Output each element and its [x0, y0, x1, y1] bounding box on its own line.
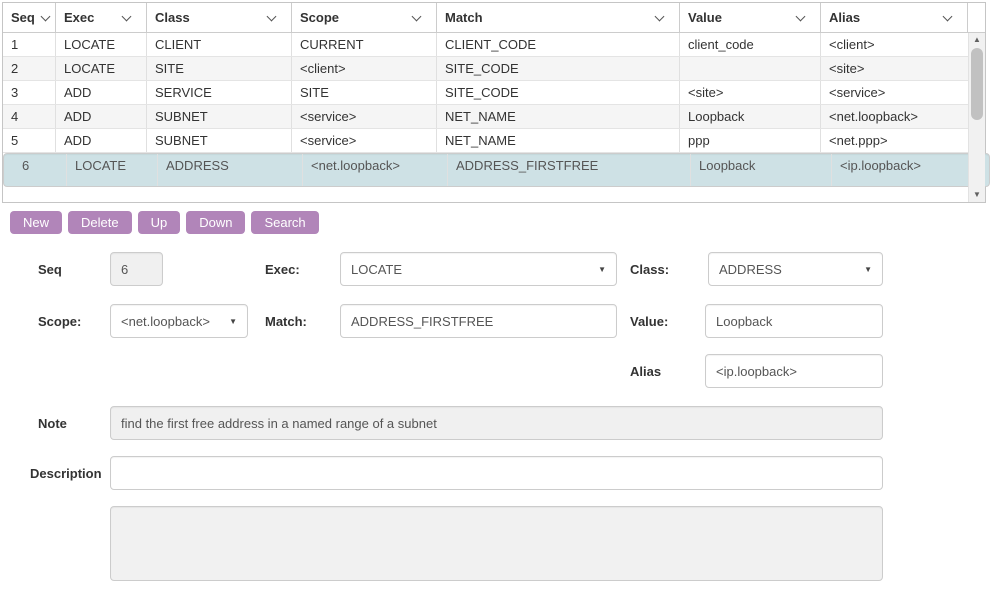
- note-field: [110, 406, 883, 440]
- step-detail-form: Seq Exec: LOCATE ▼ Class: ADDRESS ▼ Scop…: [0, 234, 995, 584]
- scroll-down-icon[interactable]: ▼: [969, 188, 985, 202]
- class-label: Class:: [630, 252, 669, 286]
- scope-label: Scope:: [38, 304, 81, 338]
- column-header-seq[interactable]: Seq: [3, 3, 56, 32]
- seq-label: Seq: [38, 252, 62, 286]
- description-text-area: [110, 506, 883, 581]
- delete-button[interactable]: Delete: [68, 211, 132, 234]
- dropdown-arrow-icon: ▼: [229, 317, 237, 326]
- description-label: Description: [30, 456, 102, 490]
- table-body: 1LOCATECLIENTCURRENTCLIENT_CODEclient_co…: [3, 33, 985, 202]
- column-header-value[interactable]: Value: [680, 3, 821, 32]
- note-label: Note: [38, 406, 67, 440]
- column-header-alias[interactable]: Alias: [821, 3, 968, 32]
- dropdown-arrow-icon: ▼: [864, 265, 872, 274]
- table-row[interactable]: 3ADDSERVICESITESITE_CODE<site><service>: [3, 81, 968, 105]
- column-header-match[interactable]: Match: [437, 3, 680, 32]
- chevron-down-icon: [943, 11, 953, 21]
- toolbar: New Delete Up Down Search: [10, 211, 995, 234]
- dropdown-arrow-icon: ▼: [598, 265, 606, 274]
- scope-select[interactable]: <net.loopback> ▼: [110, 304, 248, 338]
- exec-label: Exec:: [265, 252, 300, 286]
- chevron-down-icon: [267, 11, 277, 21]
- new-button[interactable]: New: [10, 211, 62, 234]
- chevron-down-icon: [412, 11, 422, 21]
- header-filler: [968, 3, 985, 32]
- table-row-selected[interactable]: 6LOCATEADDRESS<net.loopback>ADDRESS_FIRS…: [3, 153, 990, 187]
- table-row[interactable]: 1LOCATECLIENTCURRENTCLIENT_CODEclient_co…: [3, 33, 968, 57]
- down-button[interactable]: Down: [186, 211, 245, 234]
- up-button[interactable]: Up: [138, 211, 181, 234]
- scroll-up-icon[interactable]: ▲: [969, 33, 985, 47]
- column-header-class[interactable]: Class: [147, 3, 292, 32]
- chevron-down-icon: [655, 11, 665, 21]
- value-label: Value:: [630, 304, 668, 338]
- scrollbar-thumb[interactable]: [971, 48, 983, 120]
- column-header-scope[interactable]: Scope: [292, 3, 437, 32]
- column-header-exec[interactable]: Exec: [56, 3, 147, 32]
- search-button[interactable]: Search: [251, 211, 318, 234]
- table-row[interactable]: 4ADDSUBNET<service>NET_NAMELoopback<net.…: [3, 105, 968, 129]
- class-select[interactable]: ADDRESS ▼: [708, 252, 883, 286]
- vertical-scrollbar[interactable]: ▲ ▼: [968, 33, 985, 202]
- match-label: Match:: [265, 304, 307, 338]
- chevron-down-icon: [796, 11, 806, 21]
- value-field[interactable]: [705, 304, 883, 338]
- chevron-down-icon: [40, 11, 50, 21]
- steps-table: Seq Exec Class Scope Match Value Alias 1…: [2, 2, 986, 203]
- alias-label: Alias: [630, 354, 661, 388]
- chevron-down-icon: [122, 11, 132, 21]
- table-header: Seq Exec Class Scope Match Value Alias: [3, 3, 985, 33]
- alias-field[interactable]: [705, 354, 883, 388]
- description-field[interactable]: [110, 456, 883, 490]
- seq-field: [110, 252, 163, 286]
- exec-select[interactable]: LOCATE ▼: [340, 252, 617, 286]
- table-row[interactable]: 2LOCATESITE<client>SITE_CODE<site>: [3, 57, 968, 81]
- match-field[interactable]: [340, 304, 617, 338]
- table-row[interactable]: 5ADDSUBNET<service>NET_NAMEppp<net.ppp>: [3, 129, 968, 153]
